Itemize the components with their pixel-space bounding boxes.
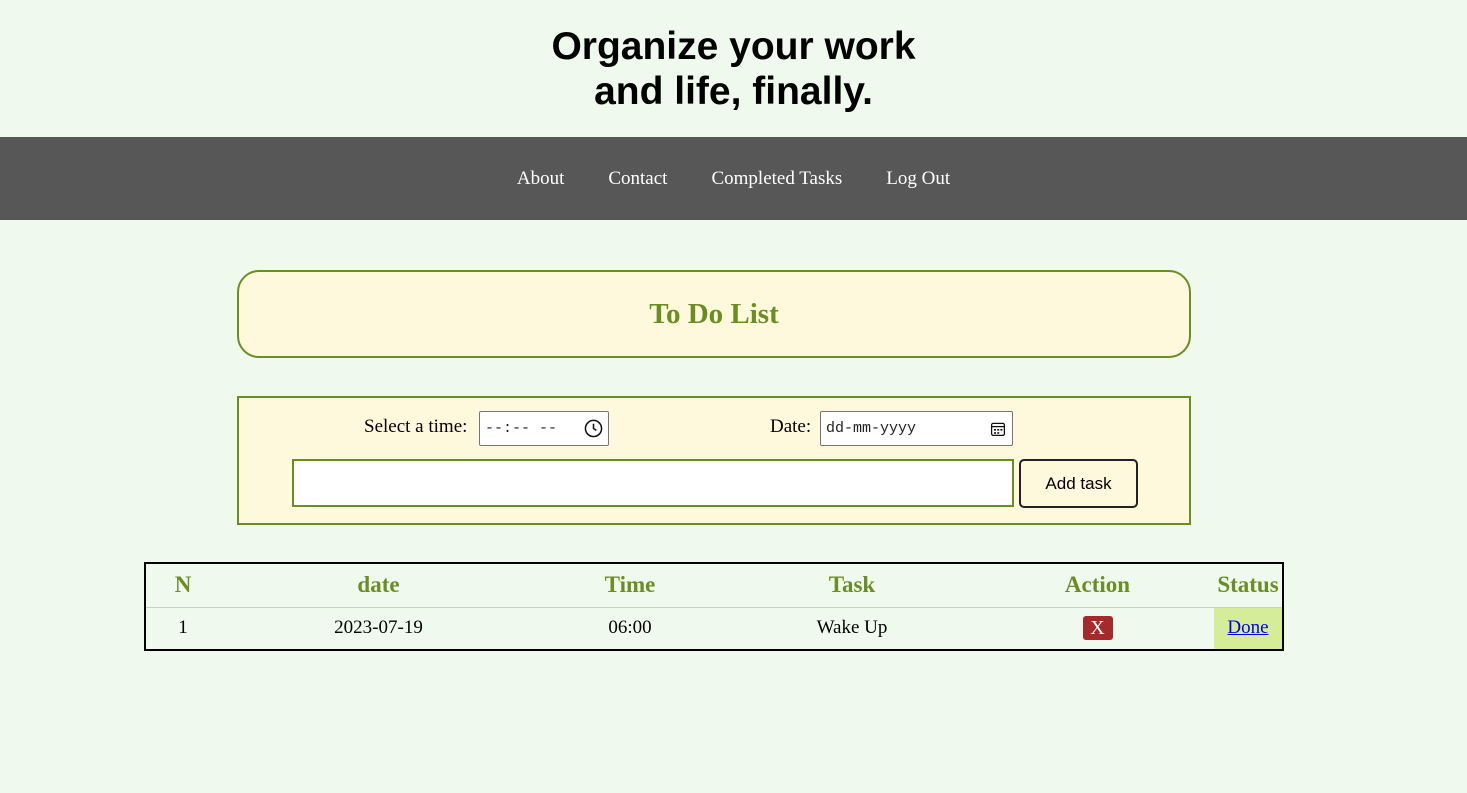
page-headline: Organize your work and life, finally.	[524, 24, 944, 114]
tasks-table: N date Time Task Action Status 1 2023-07…	[144, 562, 1284, 651]
col-header-status: Status	[1214, 563, 1283, 608]
col-header-task: Task	[723, 563, 981, 608]
time-label: Select a time:	[364, 416, 468, 437]
cell-n: 1	[178, 617, 188, 639]
task-input[interactable]	[292, 459, 1014, 507]
date-input-value: dd-mm-yyyy	[826, 420, 917, 437]
navbar: About Contact Completed Tasks Log Out	[0, 137, 1467, 220]
calendar-icon[interactable]	[990, 421, 1006, 437]
add-task-form: Select a time: --:-- -- Date: dd-mm-yyyy…	[237, 396, 1191, 525]
col-header-time: Time	[537, 563, 723, 608]
headline-line-1: Organize your work	[551, 24, 916, 68]
table-header-row: N date Time Task Action Status	[145, 563, 1283, 608]
cell-task: Wake Up	[816, 617, 888, 639]
todo-title: To Do List	[649, 297, 779, 330]
nav-completed-tasks[interactable]: Completed Tasks	[711, 168, 842, 190]
cell-date: 2023-07-19	[334, 617, 423, 639]
col-header-date: date	[220, 563, 537, 608]
clock-icon[interactable]	[584, 419, 603, 438]
table-row: 1 2023-07-19 06:00 Wake Up X Done	[145, 607, 1283, 650]
cell-time: 06:00	[608, 617, 652, 639]
delete-task-button[interactable]: X	[1082, 616, 1113, 641]
time-input[interactable]: --:-- --	[479, 411, 609, 446]
col-header-n: N	[145, 563, 220, 608]
add-task-button[interactable]: Add task	[1019, 459, 1138, 508]
cell-action: X	[981, 607, 1214, 650]
time-input-value: --:-- --	[485, 420, 558, 437]
col-header-action: Action	[981, 563, 1214, 608]
nav-log-out[interactable]: Log Out	[886, 168, 950, 190]
date-input[interactable]: dd-mm-yyyy	[820, 411, 1013, 446]
nav-about[interactable]: About	[517, 168, 565, 190]
todo-title-panel: To Do List	[237, 270, 1191, 358]
headline-line-2: and life, finally.	[594, 69, 873, 113]
date-label: Date:	[770, 416, 812, 437]
cell-status: Done	[1214, 607, 1283, 650]
done-link[interactable]: Done	[1227, 617, 1268, 638]
nav-contact[interactable]: Contact	[608, 168, 667, 190]
site-header: Organize your work and life, finally.	[0, 0, 1467, 137]
